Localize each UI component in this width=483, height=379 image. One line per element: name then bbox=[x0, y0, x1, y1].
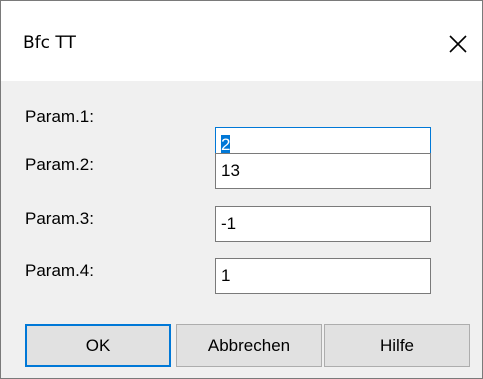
dialog-window: Bfc TT Param.1: 2 Param.2: 13 Param.3: -… bbox=[0, 0, 483, 379]
param-4-input[interactable]: 1 bbox=[215, 258, 431, 294]
param-1-value: 2 bbox=[221, 135, 231, 154]
window-title: Bfc TT bbox=[23, 33, 76, 53]
param-4-value: 1 bbox=[221, 266, 231, 285]
param-2-input[interactable]: 13 bbox=[215, 153, 431, 189]
ok-button[interactable]: OK bbox=[25, 324, 171, 367]
param-2-label: Param.2: bbox=[25, 155, 94, 174]
param-3-input[interactable]: -1 bbox=[215, 206, 431, 242]
param-3-value: -1 bbox=[221, 214, 237, 233]
cancel-button[interactable]: Abbrechen bbox=[176, 324, 322, 367]
param-2-value: 13 bbox=[221, 161, 240, 180]
param-4-label: Param.4: bbox=[25, 261, 94, 280]
title-bar: Bfc TT bbox=[1, 1, 482, 81]
param-1-label: Param.1: bbox=[25, 107, 94, 126]
help-button[interactable]: Hilfe bbox=[324, 324, 470, 367]
close-button[interactable] bbox=[443, 29, 473, 59]
param-3-label: Param.3: bbox=[25, 209, 94, 228]
close-icon bbox=[449, 35, 467, 53]
